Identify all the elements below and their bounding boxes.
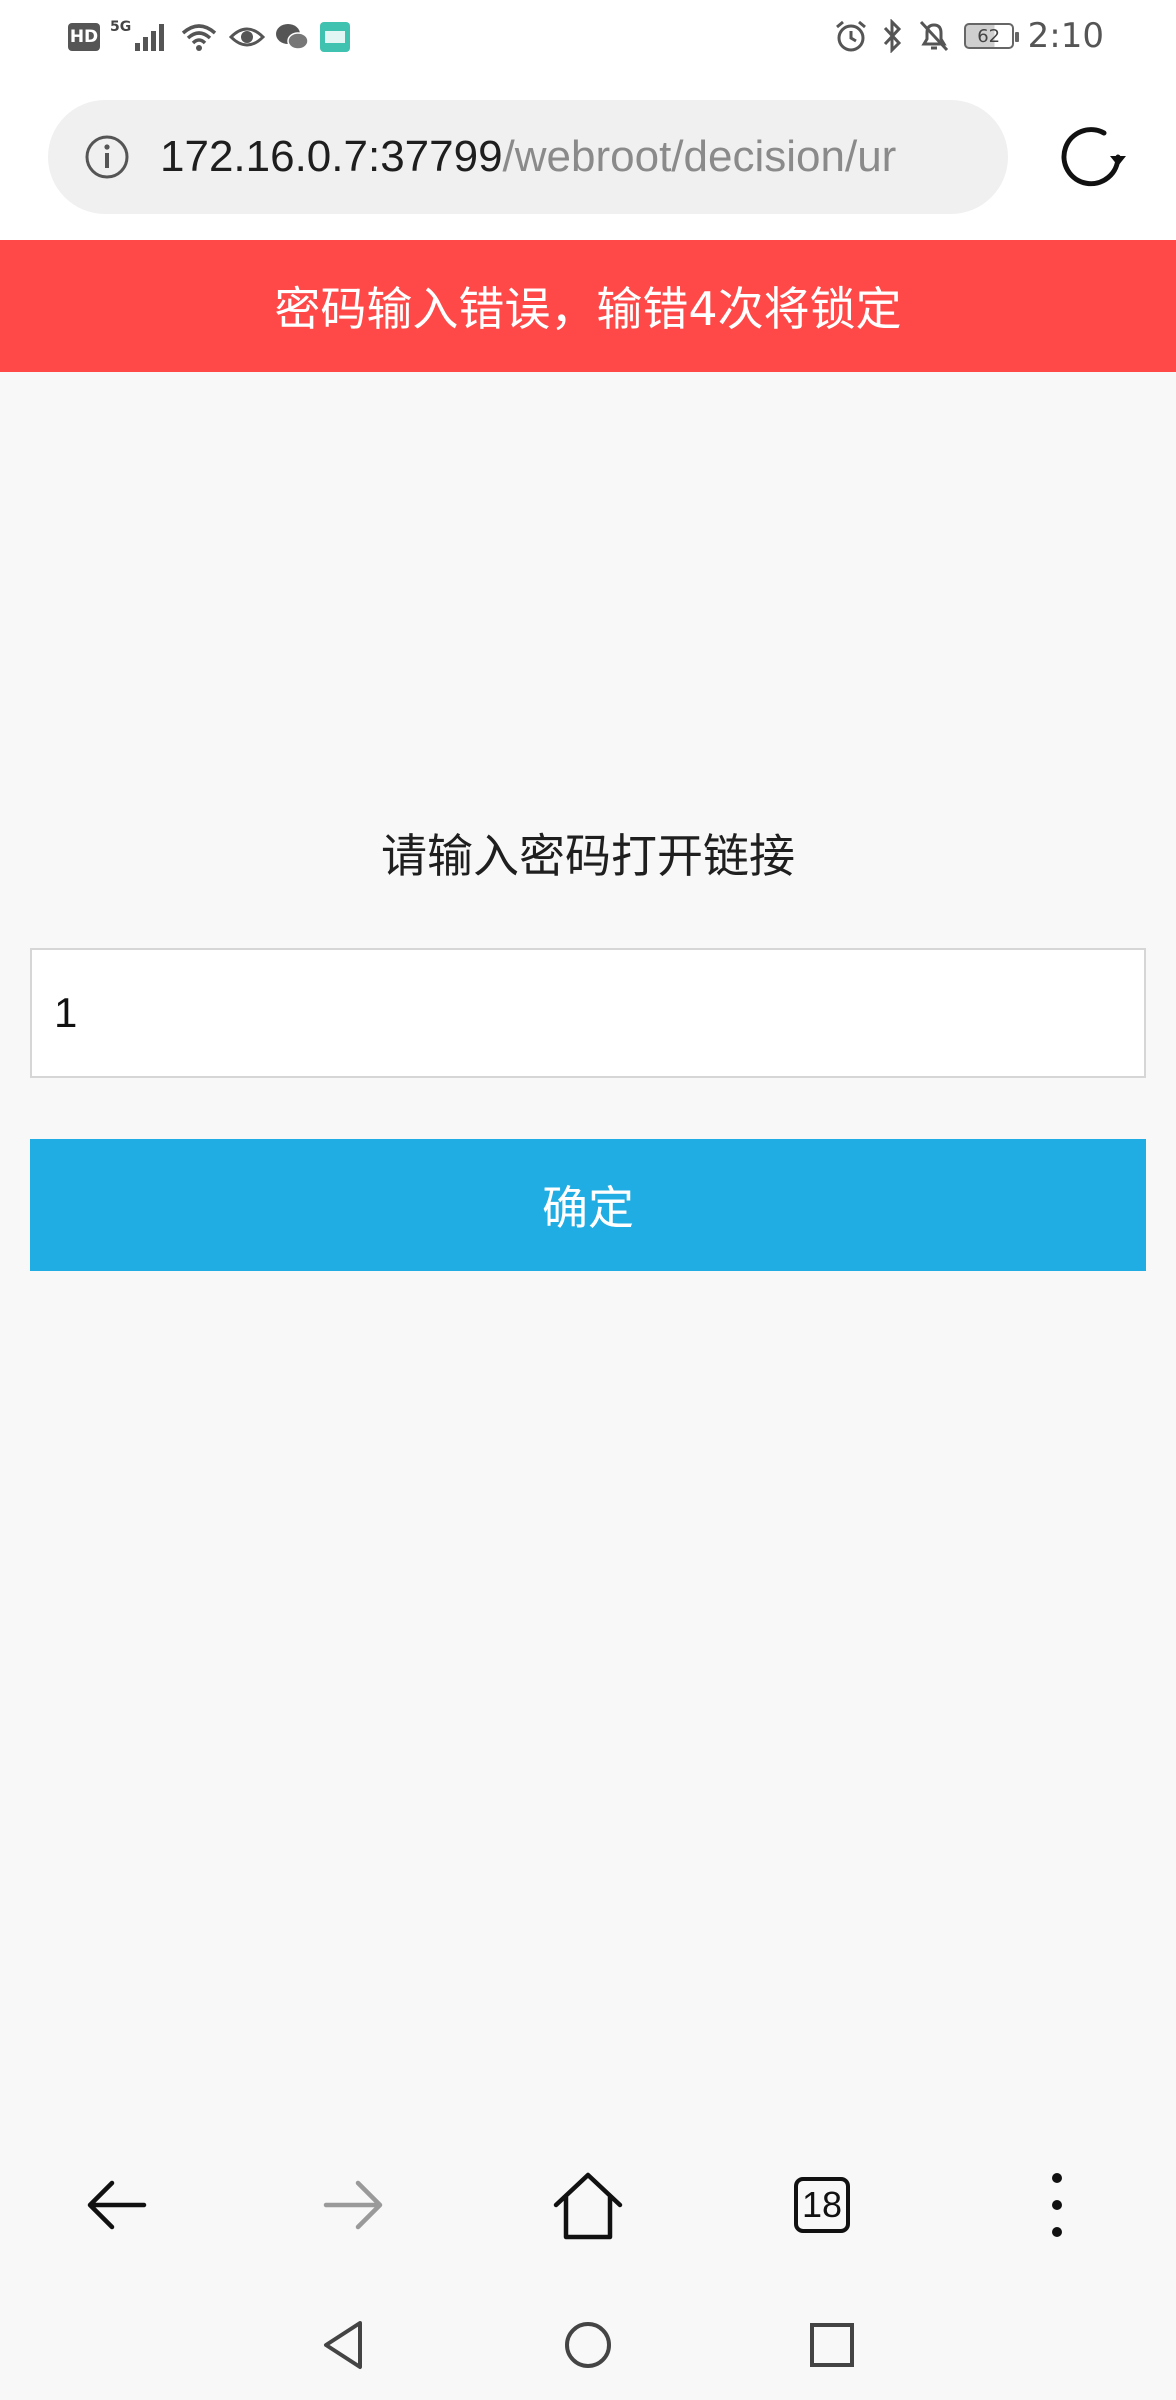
wechat-icon xyxy=(276,24,309,50)
home-circle-icon xyxy=(565,2322,611,2368)
forward-arrow-icon xyxy=(323,2180,383,2230)
tabs-button[interactable]: 18 xyxy=(767,2150,877,2260)
status-right-icons: 62 2:10 xyxy=(834,16,1104,56)
system-back-button[interactable] xyxy=(288,2290,398,2400)
wifi-icon xyxy=(182,24,217,51)
back-arrow-icon xyxy=(87,2180,147,2230)
bell-off-icon xyxy=(919,20,948,52)
password-prompt: 请输入密码打开链接 xyxy=(381,829,795,883)
browser-toolbar: 172.16.0.7:37799/webroot/decision/ur xyxy=(0,74,1176,240)
network-type-label: 5G xyxy=(110,19,132,35)
system-nav-bar xyxy=(0,2290,1176,2400)
eye-icon xyxy=(229,27,266,47)
info-icon[interactable] xyxy=(84,134,130,180)
battery-icon: 62 xyxy=(963,23,1019,49)
error-message: 密码输入错误，输错4次将锁定 xyxy=(274,282,902,336)
password-input[interactable] xyxy=(30,948,1146,1078)
hd-icon: HD xyxy=(68,23,100,51)
bluetooth-icon xyxy=(883,19,901,53)
system-home-button[interactable] xyxy=(533,2290,643,2400)
confirm-button[interactable]: 确定 xyxy=(30,1139,1146,1271)
back-button[interactable] xyxy=(62,2150,172,2260)
reload-icon[interactable] xyxy=(1052,118,1130,196)
tabs-icon: 18 xyxy=(794,2177,850,2233)
back-triangle-icon xyxy=(324,2321,362,2369)
more-icon xyxy=(1052,2173,1062,2237)
system-recents-button[interactable] xyxy=(777,2290,887,2400)
recents-square-icon xyxy=(810,2323,854,2367)
address-bar[interactable]: 172.16.0.7:37799/webroot/decision/ur xyxy=(48,100,1008,214)
boss-app-icon xyxy=(320,22,351,52)
more-button[interactable] xyxy=(1002,2150,1112,2260)
error-banner: 密码输入错误，输错4次将锁定 xyxy=(0,240,1176,372)
forward-button[interactable] xyxy=(298,2150,408,2260)
url-text[interactable]: 172.16.0.7:37799/webroot/decision/ur xyxy=(160,132,896,182)
status-time: 2:10 xyxy=(1027,16,1104,56)
home-icon xyxy=(553,2172,623,2240)
browser-bottom-nav: 18 xyxy=(0,2150,1176,2260)
url-path: /webroot/decision/ur xyxy=(502,132,897,181)
signal-icon xyxy=(135,24,165,51)
url-host: 172.16.0.7:37799 xyxy=(160,132,503,181)
alarm-icon xyxy=(835,20,866,52)
status-left-icons: HD 5G xyxy=(68,18,351,56)
home-button[interactable] xyxy=(533,2150,643,2260)
status-bar: HD 5G 62 2:10 xyxy=(0,0,1176,74)
